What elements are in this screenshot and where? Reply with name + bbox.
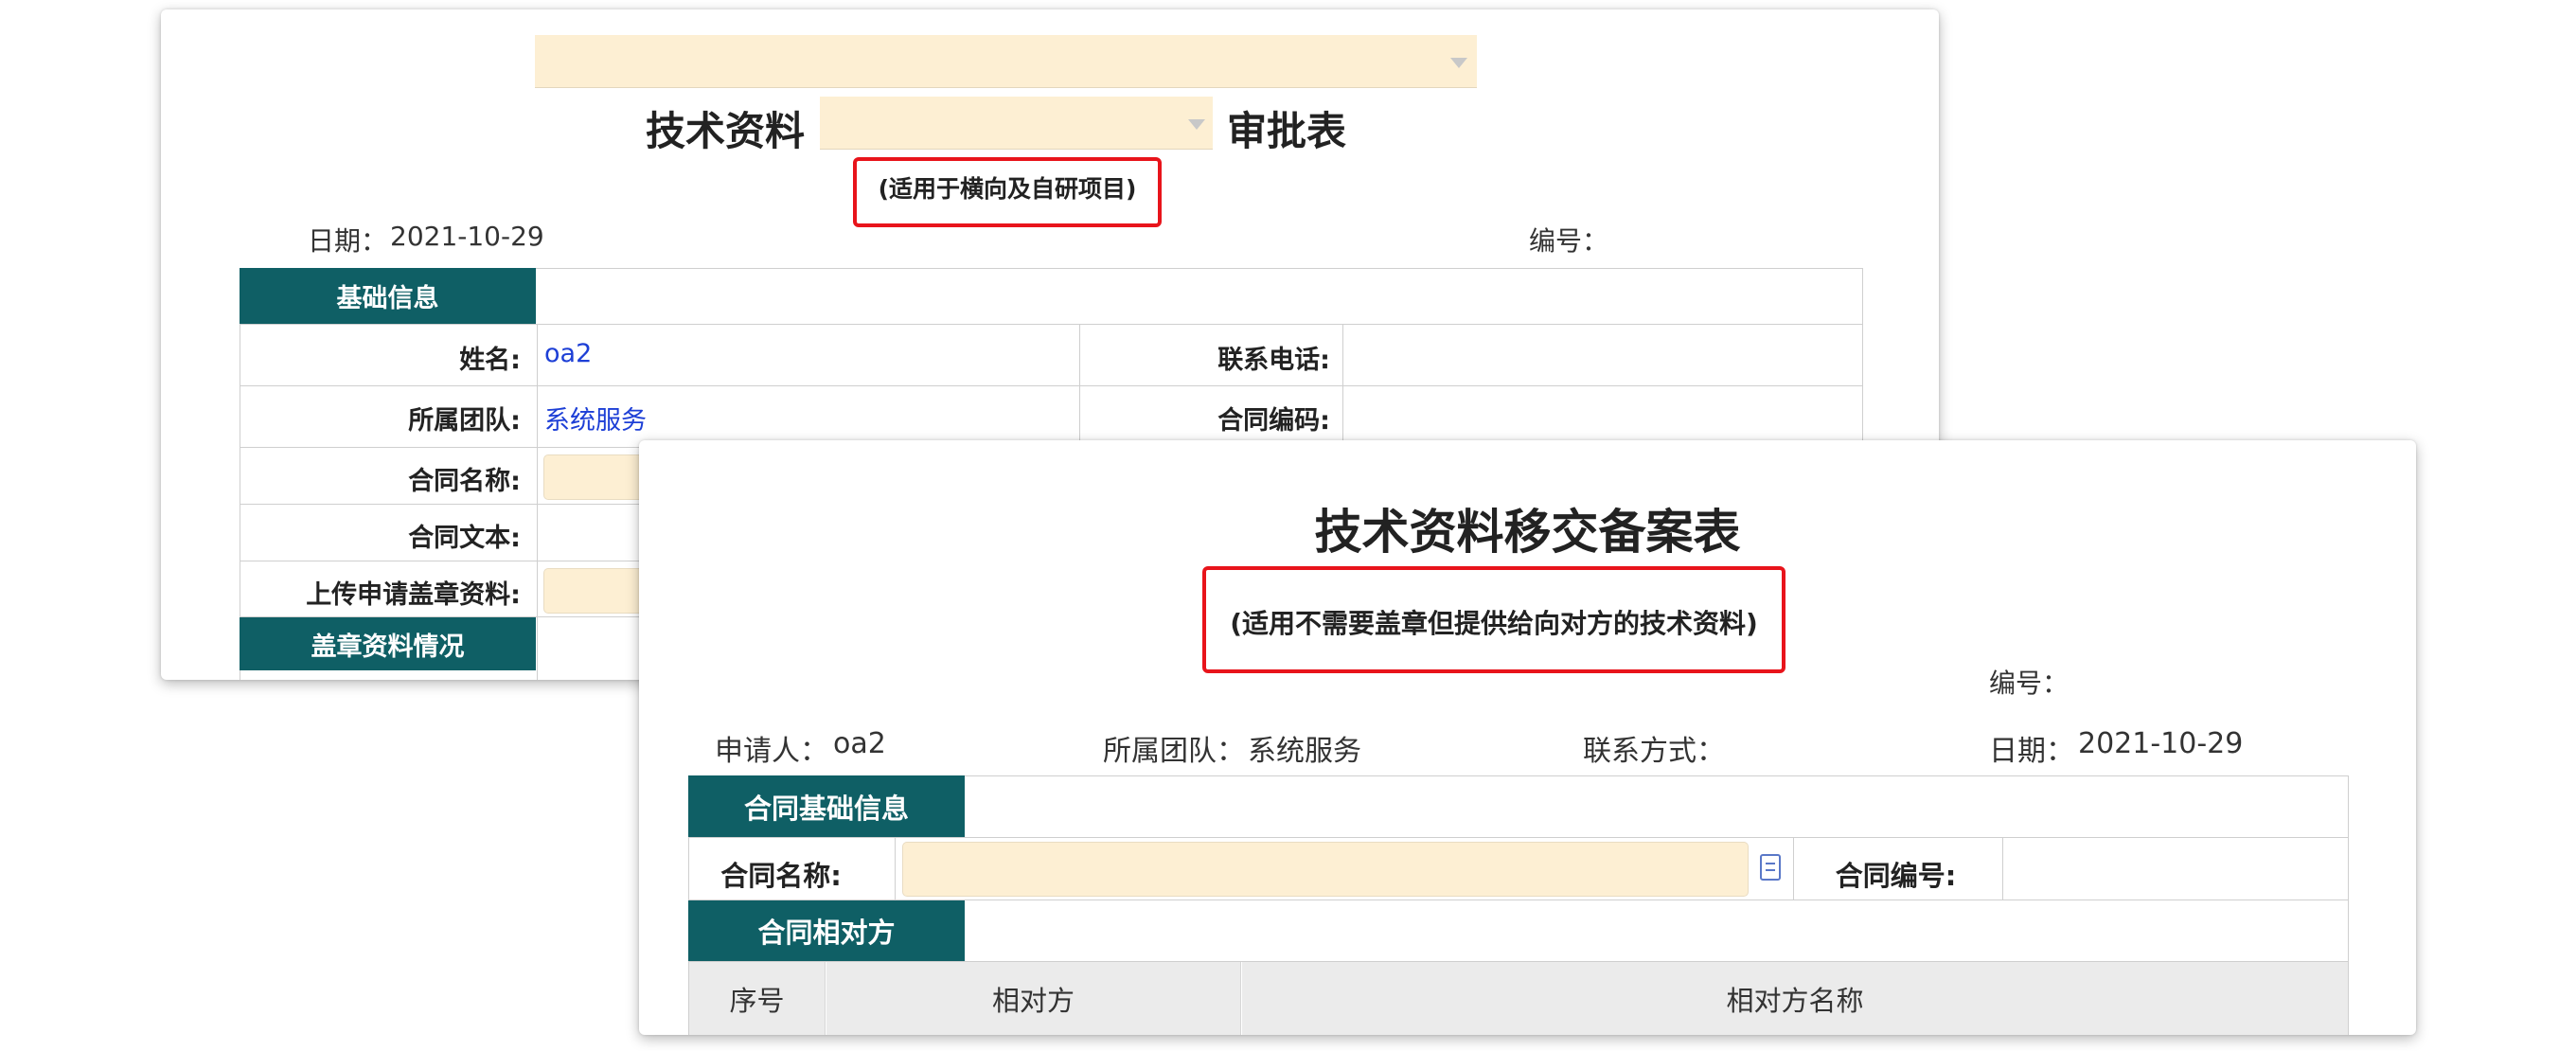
form-title: 技术资料移交备案表 [1314, 505, 1741, 560]
applicability-note: (适用不需要盖章但提供给向对方的技术资料) [1230, 608, 1758, 639]
column-header-index: 序号 [689, 962, 825, 1035]
name-label: 姓名: [459, 346, 521, 375]
contact-label: 联系方式： [1583, 735, 1725, 768]
team-value[interactable]: 系统服务 [544, 400, 647, 436]
number-label: 编号： [1989, 668, 2070, 699]
contract-name-input[interactable] [902, 842, 1749, 897]
section-header-seal-status: 盖章资料情况 [240, 617, 536, 670]
team-label: 所属团队： [1103, 735, 1245, 768]
applicant-value: oa2 [833, 727, 886, 760]
date-value: 2021-10-29 [2078, 727, 2244, 760]
title-type-select[interactable] [820, 97, 1213, 150]
contract-name-label: 合同名称: [408, 467, 521, 496]
team-label: 所属团队: [408, 406, 521, 436]
section-header-counterparty: 合同相对方 [688, 900, 965, 961]
date-label: 日期： [308, 225, 388, 257]
team-value: 系统服务 [1248, 735, 1361, 768]
date-value: 2021-10-29 [390, 221, 544, 252]
name-value[interactable]: oa2 [544, 339, 592, 368]
chevron-down-icon [1450, 58, 1467, 68]
contract-text-label: 合同文本: [408, 524, 521, 553]
section-header-contract-basic: 合同基础信息 [688, 775, 965, 837]
section-header-basic-info: 基础信息 [240, 268, 536, 324]
upload-seal-material-label: 上传申请盖章资料: [306, 580, 521, 610]
chevron-down-icon [1188, 119, 1205, 130]
form-type-select[interactable] [535, 35, 1477, 88]
applicant-label: 申请人： [715, 735, 828, 768]
form-title-right: 审批表 [1227, 108, 1347, 154]
contract-name-label: 合同名称: [720, 860, 842, 892]
phone-label: 联系电话: [1217, 346, 1330, 375]
column-header-counterparty: 相对方 [826, 962, 1240, 1035]
transfer-record-card: 技术资料移交备案表 (适用不需要盖章但提供给向对方的技术资料) 编号： 申请人：… [639, 440, 2416, 1035]
column-header-counterparty-name: 相对方名称 [1242, 962, 2348, 1035]
number-label: 编号： [1529, 225, 1609, 257]
form-title-left: 技术资料 [646, 108, 806, 154]
applicability-note: (适用于横向及自研项目) [878, 175, 1137, 203]
contract-number-label: 合同编号: [1835, 860, 1957, 892]
lookup-list-icon[interactable] [1760, 854, 1781, 881]
date-label: 日期： [1989, 735, 2074, 768]
contract-code-label: 合同编码: [1217, 406, 1330, 436]
